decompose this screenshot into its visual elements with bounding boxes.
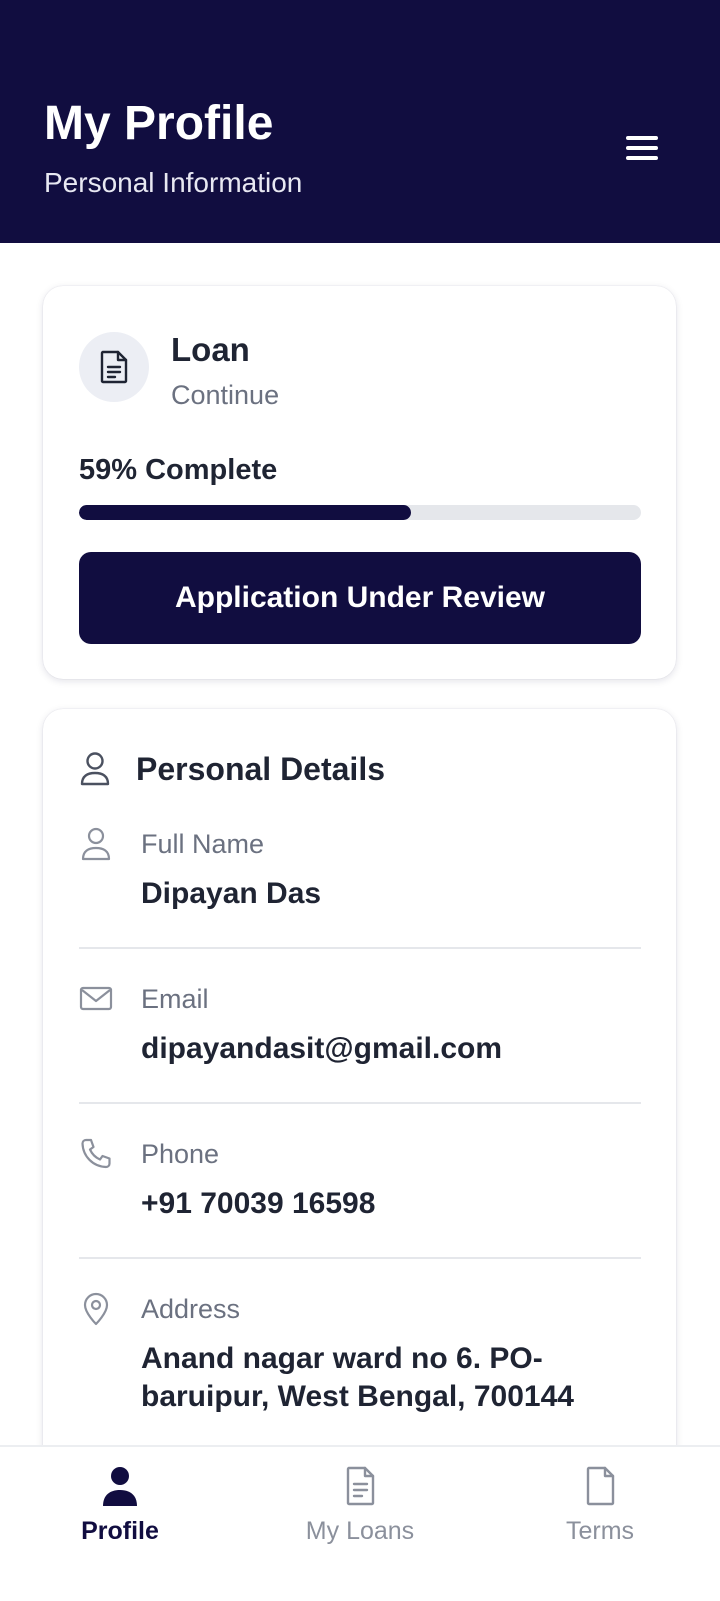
field-phone: Phone +91 70039 16598 xyxy=(79,1137,641,1220)
phone-icon xyxy=(81,1138,111,1169)
nav-item-my-loans[interactable]: My Loans xyxy=(240,1447,480,1601)
field-value: +91 70039 16598 xyxy=(141,1187,376,1220)
progress-label: 59% Complete xyxy=(79,454,278,486)
field-label: Email xyxy=(141,984,209,1014)
divider xyxy=(79,947,641,949)
field-label: Full Name xyxy=(141,829,265,859)
nav-label: My Loans xyxy=(305,1517,415,1545)
application-status-button[interactable]: Application Under Review xyxy=(79,552,641,644)
loan-icon-badge xyxy=(79,332,149,402)
field-value: dipayandasit@gmail.com xyxy=(141,1032,503,1065)
user-icon xyxy=(81,827,111,861)
nav-label: Terms xyxy=(565,1517,635,1545)
progress-bar-fill xyxy=(79,505,411,520)
nav-item-terms[interactable]: Terms xyxy=(480,1447,720,1601)
page-title: My Profile xyxy=(44,97,274,150)
person-filled-icon xyxy=(103,1467,137,1506)
document-icon xyxy=(346,1466,375,1506)
file-icon xyxy=(586,1466,615,1506)
hamburger-icon xyxy=(626,136,658,160)
field-full-name: Full Name Dipayan Das xyxy=(79,827,641,910)
divider xyxy=(79,1102,641,1104)
location-pin-icon xyxy=(83,1292,109,1326)
field-label: Phone xyxy=(141,1139,220,1169)
field-value: Dipayan Das xyxy=(141,877,322,910)
divider xyxy=(79,1257,641,1259)
menu-button[interactable] xyxy=(618,124,666,172)
document-icon xyxy=(100,350,128,384)
personal-details-card: Personal Details Full Name Dipayan Das E… xyxy=(43,709,676,1469)
section-title: Personal Details xyxy=(136,751,385,787)
field-value: Anand nagar ward no 6. PO- baruipur, Wes… xyxy=(141,1342,574,1413)
user-icon xyxy=(80,752,110,786)
nav-label: Profile xyxy=(81,1517,159,1545)
loan-status: Continue xyxy=(171,380,280,410)
progress-bar xyxy=(79,505,641,520)
loan-card[interactable]: Loan Continue 59% Complete Application U… xyxy=(43,286,676,679)
bottom-nav: Profile My Loans Terms xyxy=(0,1445,720,1601)
app-header: My Profile Personal Information xyxy=(0,0,720,243)
page-subtitle: Personal Information xyxy=(44,167,303,198)
mail-icon xyxy=(79,986,113,1011)
field-email: Email dipayandasit@gmail.com xyxy=(79,982,641,1065)
nav-item-profile[interactable]: Profile xyxy=(0,1447,240,1601)
loan-title: Loan xyxy=(171,331,250,368)
field-label: Address xyxy=(141,1294,241,1324)
field-address: Address Anand nagar ward no 6. PO- barui… xyxy=(79,1292,641,1422)
